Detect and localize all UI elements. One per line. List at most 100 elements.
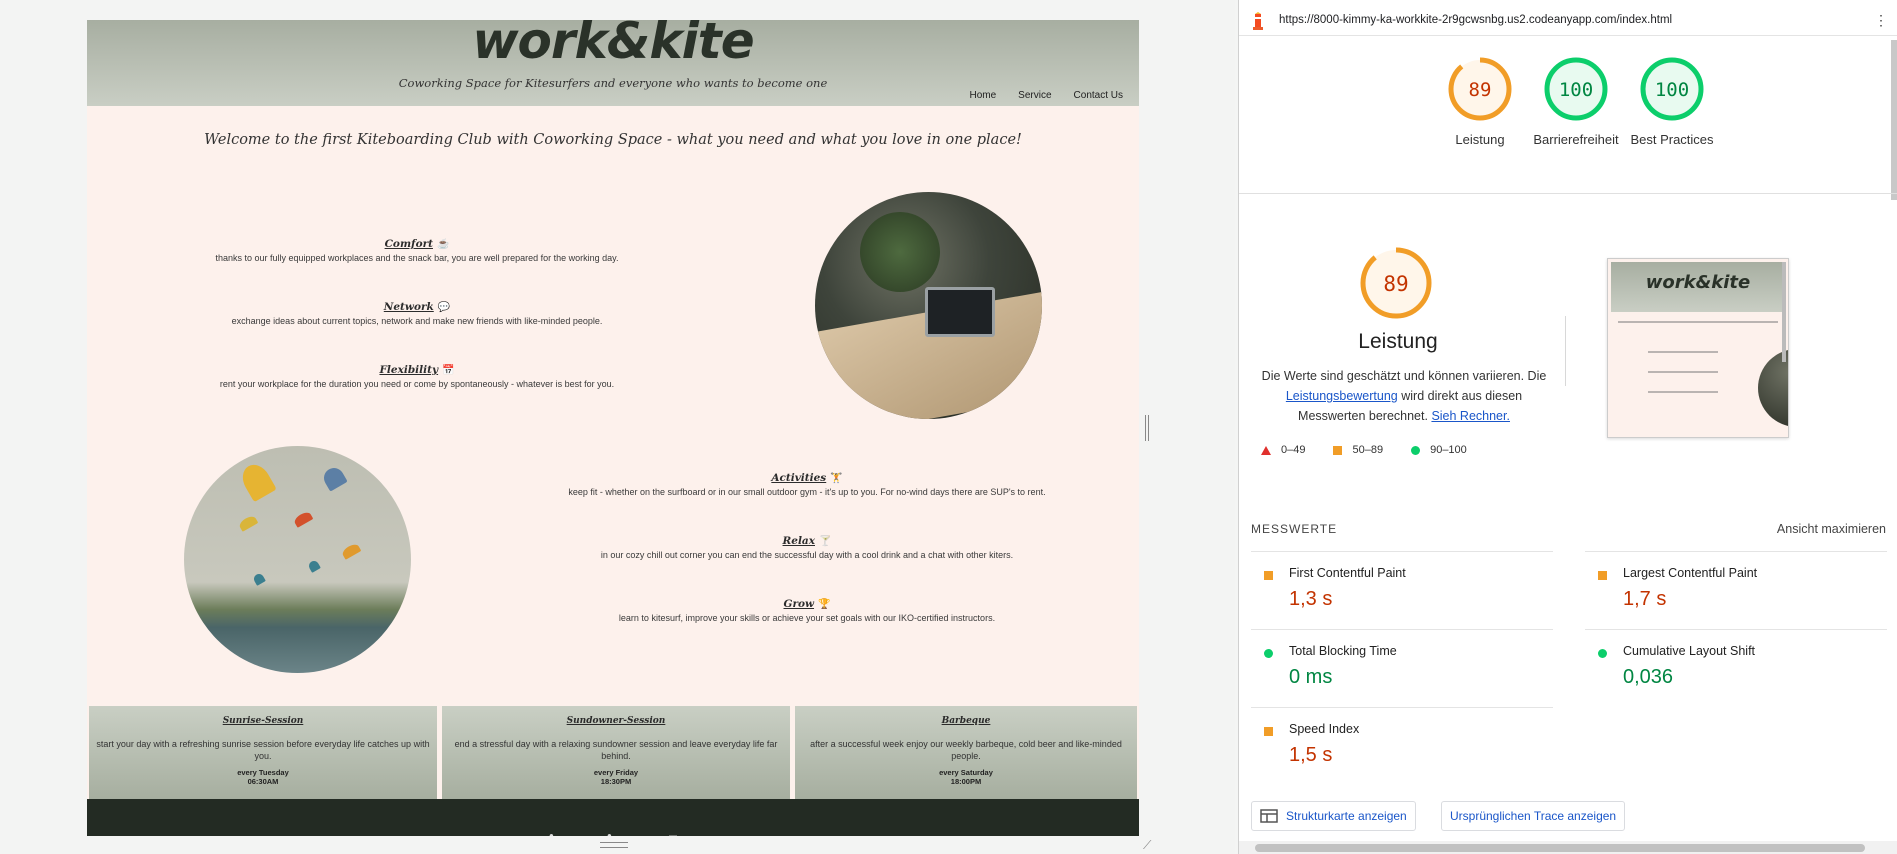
gauge-performance[interactable]: 89 Leistung — [1435, 56, 1525, 149]
lighthouse-logo-icon — [1253, 12, 1263, 30]
horizontal-scrollbar[interactable] — [1239, 841, 1897, 854]
session-time: 18:30PM — [600, 777, 632, 786]
legend-fail: 0–49 — [1281, 444, 1306, 456]
performance-score: 89 — [1383, 272, 1408, 296]
feature-desc: in our cozy chill out corner you can end… — [600, 550, 1014, 560]
cocktail-icon: 🍸 — [819, 536, 832, 547]
calendar-icon: 📅 — [442, 365, 455, 376]
website-page: work&kite Coworking Space for Kitesurfer… — [87, 20, 1139, 836]
gauge-ring-icon: 89 — [1448, 57, 1512, 121]
metric-cls: Cumulative Layout Shift 0,036 — [1585, 629, 1887, 707]
feature-flexibility: Flexibility 📅 rent your workplace for the… — [177, 364, 657, 389]
metric-value: 1,7 s — [1623, 588, 1667, 610]
welcome-heading: Welcome to the first Kiteboarding Club w… — [204, 132, 1022, 148]
instagram-icon[interactable]: ● — [607, 831, 612, 836]
feature-title: Relax — [782, 535, 815, 547]
thumbnail-logo: work&kite — [1645, 272, 1751, 293]
session-desc: start your day with a refreshing sunrise… — [96, 739, 430, 761]
gauge-accessibility[interactable]: 100 Barrierefreiheit — [1531, 56, 1621, 149]
feature-grow: Grow 🏆 learn to kitesurf, improve your sk… — [557, 598, 1057, 623]
feature-desc: rent your workplace for the duration you… — [219, 379, 615, 389]
score-calc-link[interactable]: Leistungsbewertung — [1286, 389, 1398, 403]
average-square-icon — [1264, 727, 1273, 736]
metric-value: 0,036 — [1623, 666, 1674, 688]
metric-name: Cumulative Layout Shift — [1623, 644, 1756, 658]
coffee-icon: ☕ — [436, 239, 450, 250]
session-title: Barbeque — [941, 716, 991, 726]
more-options-icon[interactable]: ⋮ — [1874, 12, 1888, 29]
session-card-sunrise: Sunrise-Session start your day with a re… — [89, 706, 437, 800]
gauge-score: 89 — [1469, 79, 1492, 101]
site-logo[interactable]: work&kite — [87, 20, 1139, 70]
report-url[interactable]: https://8000-kimmy-ka-workkite-2r9gcwsnb… — [1279, 14, 1672, 26]
session-title: Sunrise-Session — [222, 716, 304, 726]
feature-title: Grow — [783, 598, 815, 610]
gauge-ring-icon: 100 — [1640, 57, 1704, 121]
score-legend: 0–49 50–89 90–100 — [1261, 444, 1467, 456]
metric-value: 1,5 s — [1289, 744, 1333, 766]
feature-title: Flexibility — [379, 364, 439, 376]
gauge-score: 100 — [1559, 79, 1593, 101]
feature-comfort: Comfort ☕ thanks to our fully equipped wo… — [177, 238, 657, 263]
kitesurfing-photo — [184, 446, 411, 673]
average-square-icon — [1598, 571, 1607, 580]
pass-circle-icon — [1264, 649, 1273, 658]
gauge-best-practices[interactable]: 100 Best Practices — [1627, 56, 1717, 149]
performance-big-gauge: 89 — [1360, 247, 1432, 319]
performance-description: Die Werte sind geschätzt und können vari… — [1261, 369, 1547, 423]
average-square-icon — [1333, 445, 1343, 455]
metric-name: Largest Contentful Paint — [1623, 566, 1758, 580]
score-gauges: 89 Leistung 100 Barrierefreiheit 100 Bes… — [1239, 56, 1897, 196]
metric-value: 0 ms — [1289, 666, 1333, 688]
metric-speed-index: Speed Index 1,5 s — [1251, 707, 1553, 785]
treemap-button[interactable]: Strukturkarte anzeigen — [1251, 801, 1416, 831]
fail-triangle-icon — [1261, 445, 1271, 455]
site-footer: ● ● ▬ — [87, 799, 1139, 836]
session-card-sundowner: Sundowner-Session end a stressful day wi… — [442, 706, 790, 800]
device-preview-area: work&kite Coworking Space for Kitesurfer… — [0, 0, 1235, 854]
feature-desc: learn to kitesurf, improve your skills o… — [618, 613, 996, 623]
dumbbell-icon: 🏋 — [830, 473, 843, 484]
metric-lcp: Largest Contentful Paint 1,7 s — [1585, 551, 1887, 629]
nav-home-link[interactable]: Home — [969, 90, 996, 101]
metric-name: First Contentful Paint — [1289, 566, 1406, 580]
vertical-divider — [1565, 316, 1566, 386]
feature-desc: thanks to our fully equipped workplaces … — [215, 253, 619, 263]
nav-service-link[interactable]: Service — [1018, 90, 1051, 101]
nav-contact-link[interactable]: Contact Us — [1074, 90, 1123, 101]
legend-average: 50–89 — [1352, 444, 1384, 456]
pass-circle-icon — [1411, 445, 1421, 455]
gauge-score: 100 — [1655, 79, 1689, 101]
session-time: 06:30AM — [247, 777, 279, 786]
expand-view-button[interactable]: Ansicht maximieren — [1777, 522, 1886, 536]
metric-tbt: Total Blocking Time 0 ms — [1251, 629, 1553, 707]
facebook-icon[interactable]: ● — [549, 831, 554, 836]
feature-title: Network — [383, 301, 434, 313]
average-square-icon — [1264, 571, 1273, 580]
height-resize-handle[interactable] — [600, 842, 628, 848]
metric-value: 1,3 s — [1289, 588, 1333, 610]
view-trace-button-label: Ursprünglichen Trace anzeigen — [1450, 809, 1617, 823]
metrics-header: MESSWERTE Ansicht maximieren — [1251, 522, 1886, 536]
session-day: every Tuesday — [237, 768, 289, 777]
session-card-barbeque: Barbeque after a successful week enjoy o… — [795, 706, 1137, 800]
metric-name: Speed Index — [1289, 722, 1360, 736]
gauge-ring-icon: 100 — [1544, 57, 1608, 121]
pass-circle-icon — [1598, 649, 1607, 658]
width-resize-handle[interactable] — [1145, 415, 1149, 441]
site-tagline: Coworking Space for Kitesurfers and ever… — [398, 76, 828, 90]
final-screenshot-thumbnail[interactable]: work&kite — [1607, 258, 1789, 438]
feature-desc: keep fit - whether on the surfboard or i… — [568, 487, 1046, 497]
session-desc: end a stressful day with a relaxing sund… — [454, 739, 778, 761]
session-day: every Saturday — [939, 768, 993, 777]
feature-activities: Activities 🏋 keep fit - whether on the su… — [557, 472, 1057, 497]
corner-resize-handle[interactable]: ⟋ — [1143, 838, 1151, 853]
session-day: every Friday — [593, 768, 639, 777]
gauge-label: Barrierefreiheit — [1533, 132, 1619, 147]
calculator-link[interactable]: Sieh Rechner. — [1431, 409, 1510, 423]
treemap-icon — [1260, 809, 1278, 823]
gauge-label: Best Practices — [1630, 132, 1714, 147]
trophy-icon: 🏆 — [818, 599, 831, 610]
youtube-icon[interactable]: ▬ — [669, 831, 677, 836]
view-trace-button[interactable]: Ursprünglichen Trace anzeigen — [1441, 801, 1626, 831]
